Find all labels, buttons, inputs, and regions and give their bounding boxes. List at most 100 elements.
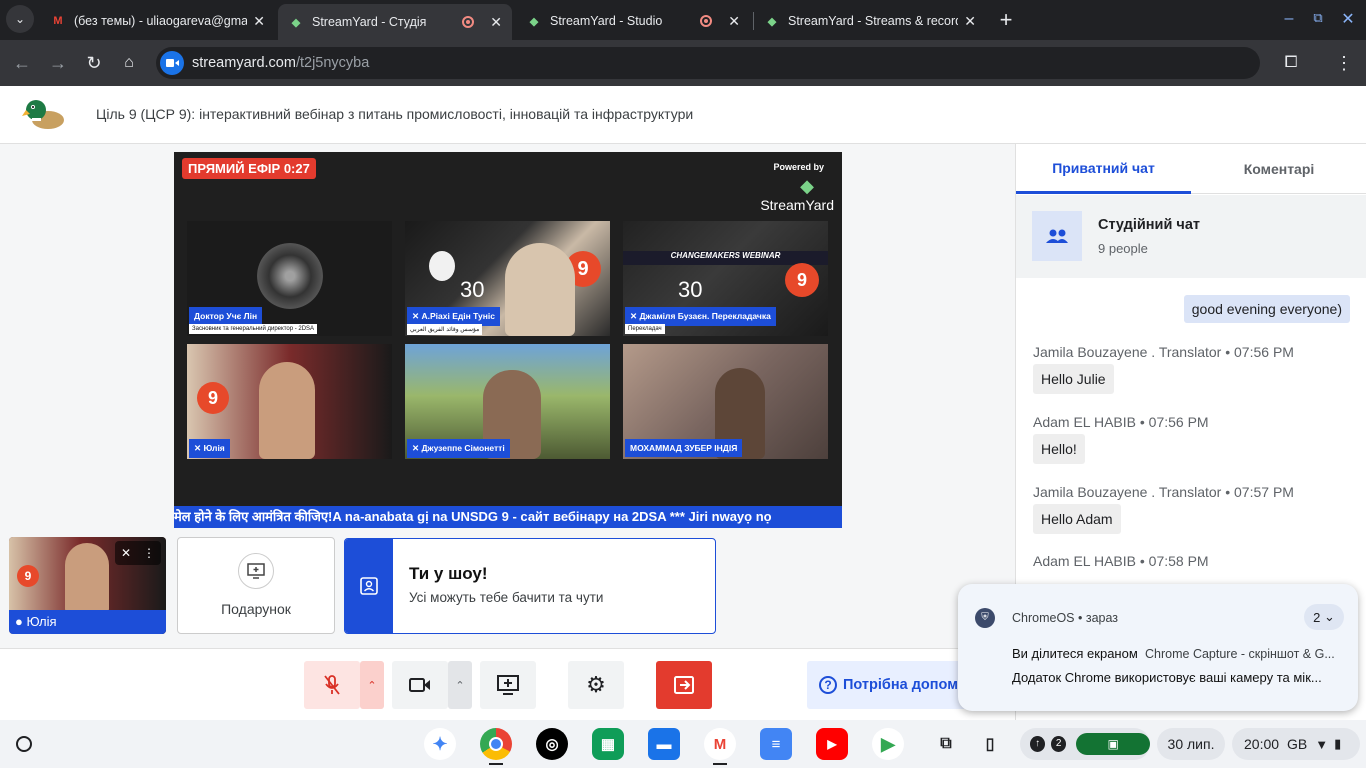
close-icon[interactable]: ✕	[964, 13, 976, 30]
tab-title: (без темы) - uliaogareva@gma	[74, 14, 248, 28]
close-icon[interactable]: ✕	[490, 14, 502, 31]
self-camera-preview[interactable]: 9 ✕ ⋮ ● Юлія	[9, 537, 166, 634]
streamyard-watermark: ◆ StreamYard	[754, 176, 834, 213]
home-icon[interactable]: ⌂	[114, 48, 144, 78]
app-header: Ціль 9 (ЦСР 9): інтерактивний вебінар з …	[0, 86, 1366, 144]
os-shelf: ✦ ◎ ▦ ▬ M ≡ ▶ ▶ ⧉ ▯ ↑ 2 ▣ 30 лип. 20:00 …	[0, 720, 1366, 768]
upload-icon: ↑	[1030, 736, 1046, 752]
status-tray-right[interactable]: 20:00 GB ▼ ▮	[1232, 728, 1360, 760]
participant-name: ✕ Юлія	[189, 439, 230, 458]
browser-tab-streams[interactable]: ◆ StreamYard - Streams & record ✕	[754, 6, 986, 36]
camera-options-chevron[interactable]: ⌃	[448, 661, 472, 709]
mic-options-chevron[interactable]: ⌃	[360, 661, 384, 709]
broadcast-stage: ПРЯМИЙ ЕФІР 0:27 Powered by ◆ StreamYard…	[174, 152, 842, 528]
chat-message-meta: Jamila Bouzayene . Translator • 07:56 PM	[1033, 344, 1294, 360]
screen-share-icon	[497, 675, 519, 695]
live-badge: ПРЯМИЙ ЕФІР 0:27	[182, 158, 316, 179]
share-screen-button[interactable]	[480, 661, 536, 709]
date-label[interactable]: 30 лип.	[1157, 728, 1225, 760]
recording-icon	[462, 16, 475, 28]
participant-tile: МОХАММАД ЗУБЕР ІНДІЯ	[623, 344, 828, 459]
mute-mic-button[interactable]	[304, 661, 360, 709]
tab-search-button[interactable]: ⌄	[6, 5, 34, 33]
status-tray-left[interactable]: ↑ 2 ▣	[1020, 728, 1150, 760]
avatar	[257, 243, 323, 309]
back-icon[interactable]: ←	[7, 48, 37, 78]
streamyard-icon: ◆	[529, 15, 539, 28]
chat-message-meta: Adam EL HABIB • 07:56 PM	[1033, 414, 1209, 430]
help-icon: ?	[819, 676, 837, 694]
participant-subtitle: Перекладач	[625, 324, 665, 334]
screen-capture-icon[interactable]: ⧉	[930, 728, 962, 760]
in-show-title: Ти у шоу!	[409, 564, 488, 583]
participant-name: ✕ Джузеппе Сімонетті	[407, 439, 510, 458]
chat-room-title: Студійний чат	[1098, 217, 1200, 233]
new-tab-button[interactable]: +	[991, 5, 1021, 35]
gmail-icon: M	[53, 15, 63, 27]
streamyard-icon: ◆	[291, 16, 301, 29]
settings-button[interactable]: ⚙	[568, 661, 624, 709]
participant-name: МОХАММАД ЗУБЕР ІНДІЯ	[625, 439, 743, 457]
launcher-icon[interactable]	[16, 736, 32, 752]
people-icon	[1032, 211, 1082, 261]
in-show-card: Ти у шоу! Усі можуть тебе бачити та чути	[344, 538, 716, 634]
browser-tab-studio-uk[interactable]: ◆ StreamYard - Студія ✕	[278, 4, 512, 40]
gear-icon: ⚙	[586, 672, 606, 697]
participant-name: Доктор Учє Лін	[189, 307, 263, 325]
sheets-app-icon[interactable]: ▦	[592, 728, 624, 760]
podcast-app-icon[interactable]: ◎	[536, 728, 568, 760]
browser-tab-studio-en[interactable]: ◆ StreamYard - Studio ✕	[516, 6, 750, 36]
maximize-icon[interactable]: ⧉	[1303, 3, 1333, 33]
docs-icon[interactable]: ≡	[760, 728, 792, 760]
streamyard-icon: ◆	[767, 15, 777, 28]
more-options-icon[interactable]: ⋮	[143, 546, 155, 560]
participant-tile: 9 ✕ Юлія	[187, 344, 392, 459]
notification-count-badge: 2	[1051, 736, 1067, 752]
close-icon[interactable]: ✕	[728, 13, 740, 30]
keyboard-locale-label: GB	[1287, 736, 1308, 752]
phone-hub-icon[interactable]: ▯	[974, 728, 1006, 760]
close-icon[interactable]: ✕	[253, 13, 265, 30]
browser-tab-strip: ⌄ M (без темы) - uliaogareva@gma ✕ ◆ Str…	[0, 0, 1366, 40]
gift-label: Подарунок	[221, 601, 291, 617]
gift-button[interactable]: Подарунок	[177, 537, 335, 634]
play-store-icon[interactable]: ▶	[872, 728, 904, 760]
camera-in-use-icon[interactable]	[160, 51, 184, 75]
chat-message: Hello Julie	[1033, 364, 1114, 394]
ticker-banner: मेल होने के लिए आमंत्रित कीजिए!A na-anab…	[174, 506, 842, 528]
gemini-icon[interactable]: ✦	[424, 728, 456, 760]
chrome-icon[interactable]	[480, 728, 512, 760]
own-chat-message: good evening everyone)	[1183, 295, 1350, 323]
person-icon: ●	[15, 614, 23, 629]
tab-comments[interactable]: Коментарі	[1191, 144, 1366, 194]
window-close-icon[interactable]: ✕	[1333, 4, 1363, 34]
youtube-icon[interactable]: ▶	[816, 728, 848, 760]
chat-room-count: 9 people	[1098, 241, 1148, 256]
address-bar[interactable]: streamyard.com/t2j5nycyba	[156, 47, 1260, 79]
minimize-icon[interactable]: –	[1274, 4, 1304, 34]
more-menu-icon[interactable]: ⋮	[1329, 48, 1359, 78]
forward-icon[interactable]: →	[43, 48, 73, 78]
recording-icon	[700, 15, 713, 27]
participant-tile: ✕ Джузеппе Сімонетті	[405, 344, 610, 459]
tab-private-chat[interactable]: Приватний чат	[1016, 144, 1191, 194]
help-button[interactable]: ? Потрібна допом	[807, 661, 967, 709]
reload-icon[interactable]: ↻	[79, 48, 109, 78]
chat-message: Hello!	[1033, 434, 1085, 464]
chat-message: Hello Adam	[1033, 504, 1121, 534]
streamyard-duck-icon: ◆	[800, 176, 814, 196]
notification-expand-button[interactable]: 2 ⌄	[1304, 604, 1344, 630]
participant-subtitle: مؤسس وقائد الفريق العربي	[407, 324, 483, 335]
files-icon[interactable]: ▬	[648, 728, 680, 760]
mic-off-icon	[324, 675, 340, 695]
tab-title: StreamYard - Studio	[550, 14, 663, 28]
mic-muted-icon[interactable]: ✕	[121, 546, 131, 560]
extensions-icon[interactable]: ⧠	[1276, 48, 1306, 78]
chevron-down-icon: ⌄	[1323, 609, 1335, 624]
participant-tile: Доктор Учє Лін Засновник та генеральний …	[187, 221, 392, 336]
browser-tab-gmail[interactable]: M (без темы) - uliaogareva@gma ✕	[40, 6, 275, 36]
gmail-icon[interactable]: M	[704, 728, 736, 760]
system-notification[interactable]: ⛨ ChromeOS • зараз 2 ⌄ Ви ділитеся екран…	[958, 584, 1358, 711]
leave-studio-button[interactable]	[656, 661, 712, 709]
camera-button[interactable]	[392, 661, 448, 709]
